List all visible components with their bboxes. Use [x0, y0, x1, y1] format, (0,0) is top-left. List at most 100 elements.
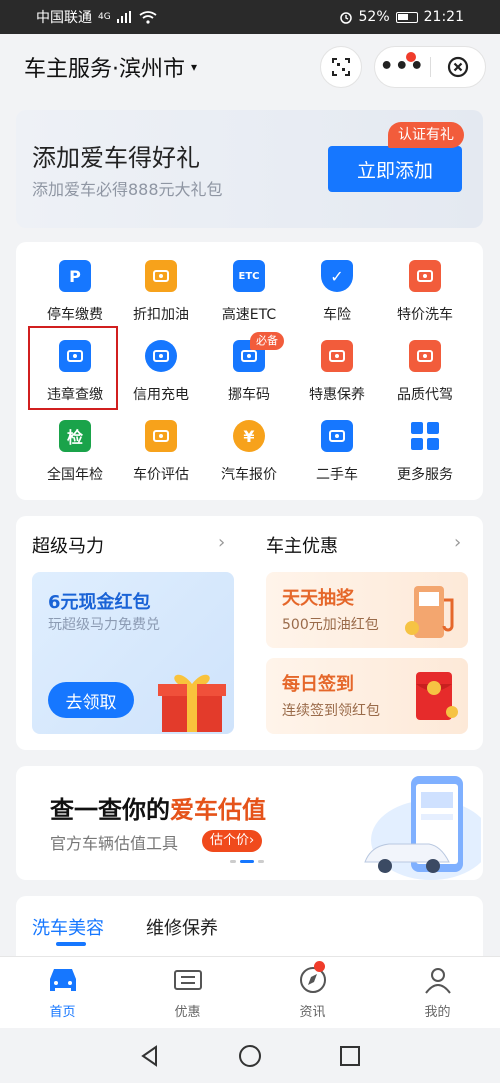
service-label: 车险	[323, 307, 351, 323]
estimate-price-button[interactable]: 估个价›	[202, 830, 263, 852]
service-item[interactable]: 品质代驾	[382, 340, 468, 410]
service-glyph: P	[69, 266, 81, 286]
service-label: 信用充电	[133, 387, 189, 403]
back-icon[interactable]	[138, 1044, 162, 1068]
carrier-label: 中国联通	[36, 10, 92, 26]
service-item[interactable]: P 停车缴费	[32, 260, 118, 330]
city-title[interactable]: 车主服务·滨州市	[24, 51, 185, 83]
service-item[interactable]: 特惠保养	[294, 340, 380, 410]
service-item[interactable]: 二手车	[294, 420, 380, 490]
more-grid-icon	[409, 420, 441, 452]
bottom-nav: 首页 优惠 资讯 我的	[0, 956, 500, 1028]
nav-news[interactable]: 资讯	[250, 957, 375, 1028]
price-yen-icon: ¥	[233, 420, 265, 452]
add-car-banner[interactable]: 添加爱车得好礼 添加爱车必得888元大礼包 立即添加 认证有礼	[16, 110, 483, 228]
more-button[interactable]: •••	[375, 46, 430, 88]
mini-program-capsule: •••	[374, 46, 486, 88]
battery-percent: 52%	[358, 9, 390, 25]
insurance-shield-icon: ✓	[321, 260, 353, 292]
nav-home[interactable]: 首页	[0, 957, 125, 1028]
service-label: 挪车码	[228, 387, 270, 403]
service-label: 汽车报价	[221, 467, 277, 483]
service-item[interactable]: 信用充电	[118, 340, 204, 410]
etc-icon: ETC	[233, 260, 265, 292]
must-have-tag: 必备	[250, 332, 284, 350]
daily-checkin-subtitle: 连续签到领红包	[282, 703, 380, 719]
service-item[interactable]: ¥ 汽车报价	[206, 420, 292, 490]
service-label: 特价洗车	[397, 307, 453, 323]
signal-icon	[116, 11, 131, 23]
service-label: 二手车	[316, 467, 358, 483]
service-label: 折扣加油	[133, 307, 189, 323]
system-nav-bar	[0, 1028, 500, 1083]
service-label: 车价评估	[133, 467, 189, 483]
cash-redpacket-card[interactable]: 6元现金红包 玩超级马力免费兑 去领取	[32, 572, 234, 734]
alarm-icon	[339, 12, 352, 24]
owner-deals-title[interactable]: 车主优惠	[266, 532, 338, 558]
status-bar: 中国联通 4G 52% 21:21	[0, 0, 500, 34]
nav-profile[interactable]: 我的	[375, 957, 500, 1028]
carousel-dots	[230, 860, 264, 863]
wifi-icon	[139, 10, 157, 24]
certify-badge: 认证有礼	[388, 122, 464, 148]
car-wash-icon	[409, 260, 441, 292]
header: 车主服务·滨州市 ▾ •••	[0, 34, 500, 100]
network-label: 4G	[98, 12, 111, 22]
highlight-box	[28, 326, 118, 410]
service-label: 品质代驾	[397, 387, 453, 403]
active-tab-indicator	[56, 942, 86, 946]
add-car-button[interactable]: 立即添加	[328, 146, 462, 192]
service-item[interactable]: 更多服务	[382, 420, 468, 490]
chevron-down-icon[interactable]: ▾	[191, 60, 197, 74]
fuel-icon	[145, 260, 177, 292]
chevron-right-icon[interactable]: ›	[454, 532, 461, 553]
car-valuation-banner[interactable]: 查一查你的爱车估值 官方车辆估值工具 估个价›	[16, 766, 483, 880]
valuation-subtitle: 官方车辆估值工具	[50, 834, 179, 853]
nav-profile-label: 我的	[424, 1005, 451, 1020]
compass-icon	[299, 967, 326, 993]
oil-bottle-icon	[321, 340, 353, 372]
service-item[interactable]: ETC 高速ETC	[206, 260, 292, 330]
daily-lottery-subtitle: 500元加油红包	[282, 617, 379, 633]
daily-lottery-card[interactable]: 天天抽奖 500元加油红包	[266, 572, 468, 648]
claim-button[interactable]: 去领取	[48, 682, 134, 718]
used-car-icon	[321, 420, 353, 452]
charging-icon	[145, 340, 177, 372]
service-label: 停车缴费	[47, 307, 103, 323]
battery-icon	[395, 11, 418, 23]
home-icon[interactable]	[238, 1044, 262, 1068]
valuation-title-prefix: 查一查你的	[50, 796, 170, 824]
service-label: 高速ETC	[221, 307, 277, 323]
tab-maintenance[interactable]: 维修保养	[146, 914, 218, 940]
service-glyph: 检	[66, 428, 83, 447]
red-envelope-icon	[416, 672, 458, 720]
nav-home-label: 首页	[49, 1005, 76, 1020]
service-item[interactable]: 挪车码	[206, 340, 292, 410]
service-item[interactable]: 特价洗车	[382, 260, 468, 330]
chevron-right-icon[interactable]: ›	[218, 532, 225, 553]
nav-deals[interactable]: 优惠	[125, 957, 250, 1028]
banner-title: 添加爱车得好礼	[32, 144, 200, 172]
service-item[interactable]: 检全国年检	[32, 420, 118, 490]
service-label: 全国年检	[47, 467, 103, 483]
recents-icon[interactable]	[338, 1044, 362, 1068]
banner-subtitle: 添加爱车必得888元大礼包	[32, 180, 223, 199]
news-notification-dot	[314, 961, 325, 972]
super-mario-title[interactable]: 超级马力	[32, 532, 104, 558]
scan-button[interactable]	[320, 46, 362, 88]
ticket-icon	[173, 970, 202, 990]
service-glyph: ¥	[243, 426, 255, 446]
close-icon	[447, 56, 468, 78]
cash-redpacket-subtitle: 玩超级马力免费兑	[48, 617, 160, 633]
daily-checkin-card[interactable]: 每日签到 连续签到领红包	[266, 658, 468, 734]
tab-car-wash[interactable]: 洗车美容	[32, 914, 104, 940]
service-glyph: ✓	[330, 266, 344, 286]
close-button[interactable]	[430, 56, 485, 78]
service-item[interactable]: ✓ 车险	[294, 260, 380, 330]
service-label: 特惠保养	[309, 387, 365, 403]
service-item[interactable]: 车价评估	[118, 420, 204, 490]
user-icon	[424, 968, 451, 994]
calculator-icon	[145, 420, 177, 452]
service-label: 更多服务	[397, 467, 453, 483]
service-item[interactable]: 折扣加油	[118, 260, 204, 330]
